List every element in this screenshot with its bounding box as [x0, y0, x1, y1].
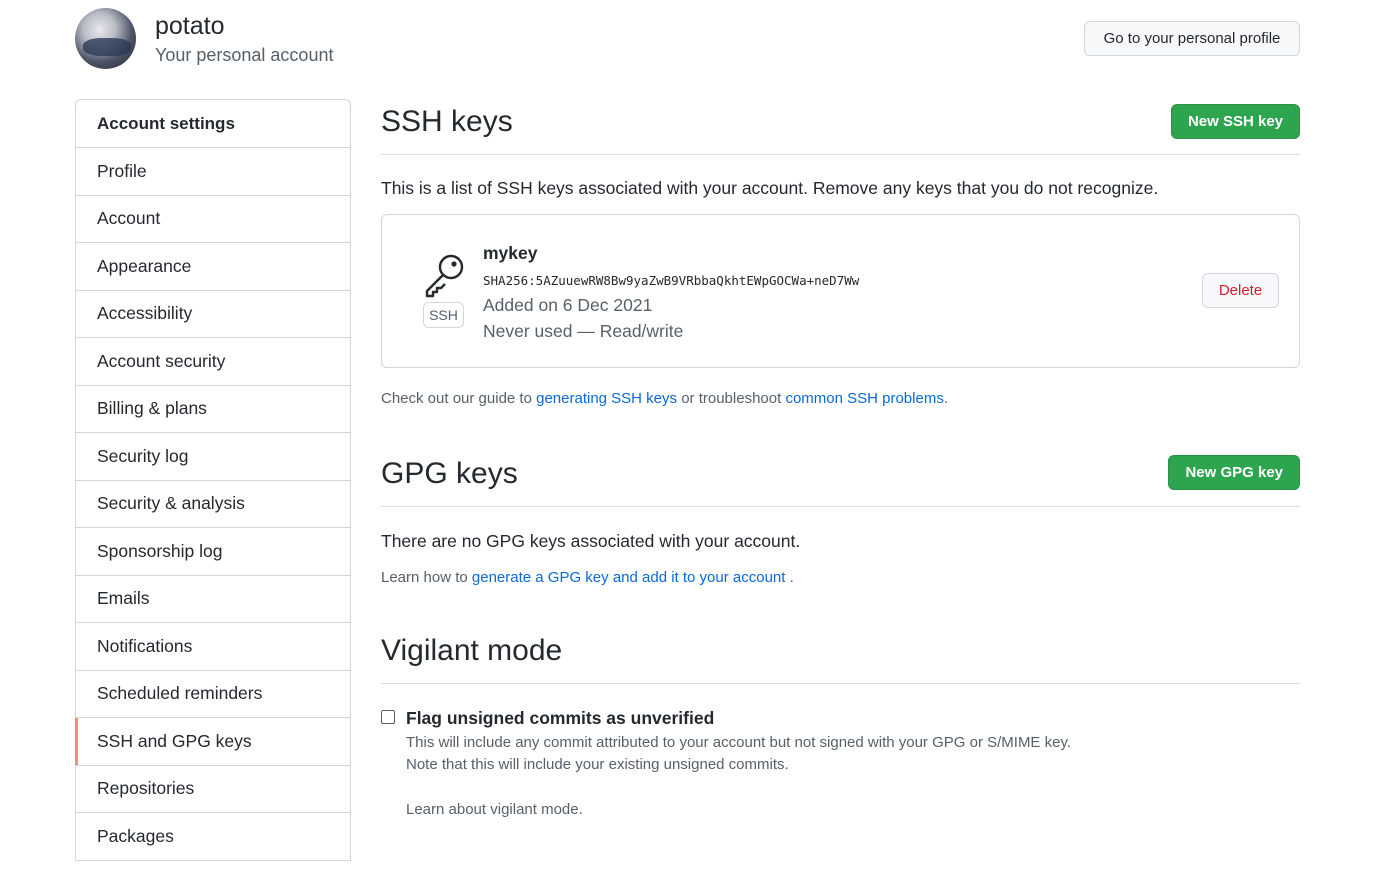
- account-subtitle: Your personal account: [155, 45, 334, 65]
- flag-unsigned-label[interactable]: Flag unsigned commits as unverified: [406, 708, 714, 729]
- ssh-guide-prefix: Check out our guide to: [381, 390, 537, 407]
- learn-vigilant-mode-link[interactable]: Learn about vigilant mode.: [406, 801, 583, 818]
- ssh-keys-title: SSH keys: [381, 105, 513, 138]
- vigilant-mode-title: Vigilant mode: [381, 634, 563, 667]
- new-ssh-key-button[interactable]: New SSH key: [1170, 104, 1300, 139]
- sidebar-item-sponsorship-log[interactable]: Sponsorship log: [76, 528, 350, 576]
- sidebar-item-billing[interactable]: Billing & plans: [76, 386, 350, 433]
- vigilant-desc-1: This will include any commit attributed …: [406, 734, 1072, 751]
- ssh-key-name: mykey: [483, 243, 538, 263]
- sidebar-item-security-analysis[interactable]: Security & analysis: [76, 481, 350, 528]
- sidebar-item-security-log[interactable]: Security log: [76, 433, 350, 481]
- ssh-key-added-date: Added on 6 Dec 2021: [483, 295, 653, 315]
- gpg-learn-suffix: .: [785, 569, 794, 586]
- vigilant-section-header: Vigilant mode: [381, 630, 1300, 684]
- account-name[interactable]: potato: [155, 12, 225, 41]
- delete-ssh-key-button[interactable]: Delete: [1202, 273, 1279, 308]
- sidebar-item-account-security[interactable]: Account security: [76, 338, 350, 386]
- ssh-guide-note: Check out our guide to generating SSH ke…: [381, 390, 1300, 407]
- ssh-guide-suffix: .: [943, 390, 948, 407]
- vigilant-desc-2: Note that this will include your existin…: [406, 756, 789, 773]
- gpg-keys-title: GPG keys: [381, 457, 518, 490]
- ssh-intro-text: This is a list of SSH keys associated wi…: [381, 178, 1159, 198]
- sidebar-item-emails[interactable]: Emails: [76, 576, 350, 623]
- ssh-guide-mid: or troubleshoot: [677, 390, 786, 407]
- sidebar-item-profile[interactable]: Profile: [76, 148, 350, 196]
- avatar[interactable]: [75, 8, 136, 69]
- generate-gpg-key-link[interactable]: generate a GPG key and add it to your ac…: [472, 569, 786, 586]
- ssh-key-fingerprint: SHA256:5AZuuewRW8Bw9yaZwB9VRbbaQkhtEWpGO…: [483, 273, 860, 288]
- sidebar-heading: Account settings: [76, 100, 350, 148]
- key-icon: [425, 254, 464, 298]
- generating-ssh-keys-link[interactable]: generating SSH keys: [536, 390, 677, 407]
- personal-profile-button[interactable]: Go to your personal profile: [1084, 21, 1300, 56]
- sidebar-item-repositories[interactable]: Repositories: [76, 766, 350, 813]
- sidebar-item-scheduled-reminders[interactable]: Scheduled reminders: [76, 671, 350, 718]
- sidebar-item-ssh-gpg-keys[interactable]: SSH and GPG keys: [75, 718, 350, 766]
- gpg-empty-text: There are no GPG keys associated with yo…: [381, 531, 801, 551]
- ssh-section-header: SSH keys New SSH key: [381, 99, 1300, 155]
- settings-sidebar: Account settings Profile Account Appeara…: [75, 99, 351, 861]
- ssh-key-usage: Never used — Read/write: [483, 321, 684, 341]
- sidebar-item-packages[interactable]: Packages: [76, 813, 350, 861]
- common-ssh-problems-link[interactable]: common SSH problems: [785, 390, 943, 407]
- ssh-key-card: SSH mykey SHA256:5AZuuewRW8Bw9yaZwB9VRbb…: [381, 214, 1300, 368]
- account-header: potato Your personal account Go to your …: [75, 8, 1300, 70]
- sidebar-item-account[interactable]: Account: [76, 196, 350, 243]
- new-gpg-key-button[interactable]: New GPG key: [1168, 455, 1300, 490]
- ssh-type-badge: SSH: [423, 302, 464, 328]
- sidebar-item-notifications[interactable]: Notifications: [76, 623, 350, 671]
- sidebar-item-accessibility[interactable]: Accessibility: [76, 291, 350, 338]
- flag-unsigned-checkbox[interactable]: [381, 710, 395, 724]
- gpg-learn-note: Learn how to generate a GPG key and add …: [381, 569, 1300, 586]
- main-content: SSH keys New SSH key This is a list of S…: [381, 99, 1300, 818]
- gpg-learn-prefix: Learn how to: [381, 569, 472, 586]
- sidebar-item-appearance[interactable]: Appearance: [76, 243, 350, 291]
- gpg-section-header: GPG keys New GPG key: [381, 455, 1300, 507]
